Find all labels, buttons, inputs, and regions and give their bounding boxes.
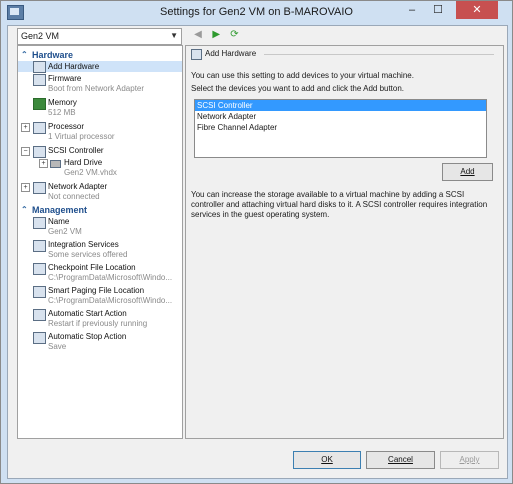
device-option-fibre-channel-adapter[interactable]: Fibre Channel Adapter [195, 122, 486, 133]
panel-heading: Add Hardware [205, 49, 257, 58]
checkpoint-icon [33, 263, 46, 275]
details-pane: Add Hardware You can use this setting to… [185, 45, 504, 439]
smart-paging-icon [33, 286, 46, 298]
hardware-section-header[interactable]: ⌃ Hardware [18, 49, 182, 61]
cancel-button[interactable]: Cancel [366, 451, 435, 469]
collapse-icon[interactable]: − [21, 147, 30, 156]
tree-item-name[interactable]: Name Gen2 VM [18, 216, 182, 238]
tree-item-checkpoint-location[interactable]: Checkpoint File Location C:\ProgramData\… [18, 262, 182, 284]
tree-item-automatic-start[interactable]: Automatic Start Action Restart if previo… [18, 308, 182, 330]
tree-item-network-adapter[interactable]: + Network Adapter Not connected [18, 181, 182, 203]
tree-item-processor[interactable]: + Processor 1 Virtual processor [18, 121, 182, 143]
device-option-network-adapter[interactable]: Network Adapter [195, 111, 486, 122]
processor-icon [33, 122, 46, 134]
tree-item-integration-services[interactable]: Integration Services Some services offer… [18, 239, 182, 261]
minimize-button[interactable]: – [399, 1, 425, 19]
chevron-down-icon: ▼ [170, 31, 178, 40]
collapse-chevron-icon: ⌃ [21, 50, 28, 59]
dialog-client: Gen2 VM ▼ ◀ ▶ ⟳ ⌃ Hardware Add Hardware … [7, 25, 508, 479]
expand-icon[interactable]: + [21, 123, 30, 132]
management-section-header[interactable]: ⌃ Management [18, 204, 182, 216]
back-arrow-icon[interactable]: ◀ [192, 29, 204, 41]
close-button[interactable]: ✕ [456, 1, 498, 19]
settings-window: Settings for Gen2 VM on B-MAROVAIO – ☐ ✕… [0, 0, 513, 484]
tree-item-firmware[interactable]: Firmware Boot from Network Adapter [18, 73, 182, 95]
instruction-text: Select the devices you want to add and c… [191, 84, 405, 93]
heading-divider [264, 54, 494, 55]
add-hardware-icon [33, 61, 46, 73]
automatic-stop-icon [33, 332, 46, 344]
network-adapter-icon [33, 182, 46, 194]
tree-item-add-hardware[interactable]: Add Hardware [18, 61, 182, 73]
tree-item-hard-drive[interactable]: + Hard Drive Gen2 VM.vhdx [18, 157, 182, 179]
apply-button[interactable]: Apply [440, 451, 499, 469]
automatic-start-icon [33, 309, 46, 321]
tree-item-memory[interactable]: Memory 512 MB [18, 97, 182, 119]
device-list[interactable]: SCSI Controller Network Adapter Fibre Ch… [194, 99, 487, 158]
expand-icon[interactable]: + [39, 159, 48, 168]
add-hardware-icon [191, 49, 202, 60]
nav-toolbar: ◀ ▶ ⟳ [192, 29, 244, 41]
ok-button[interactable]: OK [293, 451, 361, 469]
intro-text: You can use this setting to add devices … [191, 71, 414, 80]
settings-tree[interactable]: ⌃ Hardware Add Hardware Firmware Boot fr… [17, 45, 183, 439]
add-button[interactable]: Add [442, 163, 493, 181]
tree-item-automatic-stop[interactable]: Automatic Stop Action Save [18, 331, 182, 353]
vm-selector-value: Gen2 VM [21, 31, 60, 41]
integration-services-icon [33, 240, 46, 252]
maximize-button[interactable]: ☐ [425, 1, 451, 19]
collapse-chevron-icon: ⌃ [21, 205, 28, 214]
forward-arrow-icon[interactable]: ▶ [210, 29, 222, 41]
refresh-icon[interactable]: ⟳ [228, 29, 240, 41]
expand-icon[interactable]: + [21, 183, 30, 192]
device-option-scsi-controller[interactable]: SCSI Controller [195, 100, 486, 111]
vm-selector[interactable]: Gen2 VM ▼ [17, 28, 182, 45]
hard-drive-icon [50, 160, 61, 168]
tree-item-scsi-controller[interactable]: − SCSI Controller [18, 145, 182, 158]
title-bar: Settings for Gen2 VM on B-MAROVAIO – ☐ ✕ [1, 1, 512, 25]
memory-icon [33, 98, 46, 110]
tree-item-smart-paging-location[interactable]: Smart Paging File Location C:\ProgramDat… [18, 285, 182, 307]
firmware-icon [33, 74, 46, 86]
name-icon [33, 217, 46, 229]
scsi-note-text: You can increase the storage available t… [191, 190, 488, 219]
